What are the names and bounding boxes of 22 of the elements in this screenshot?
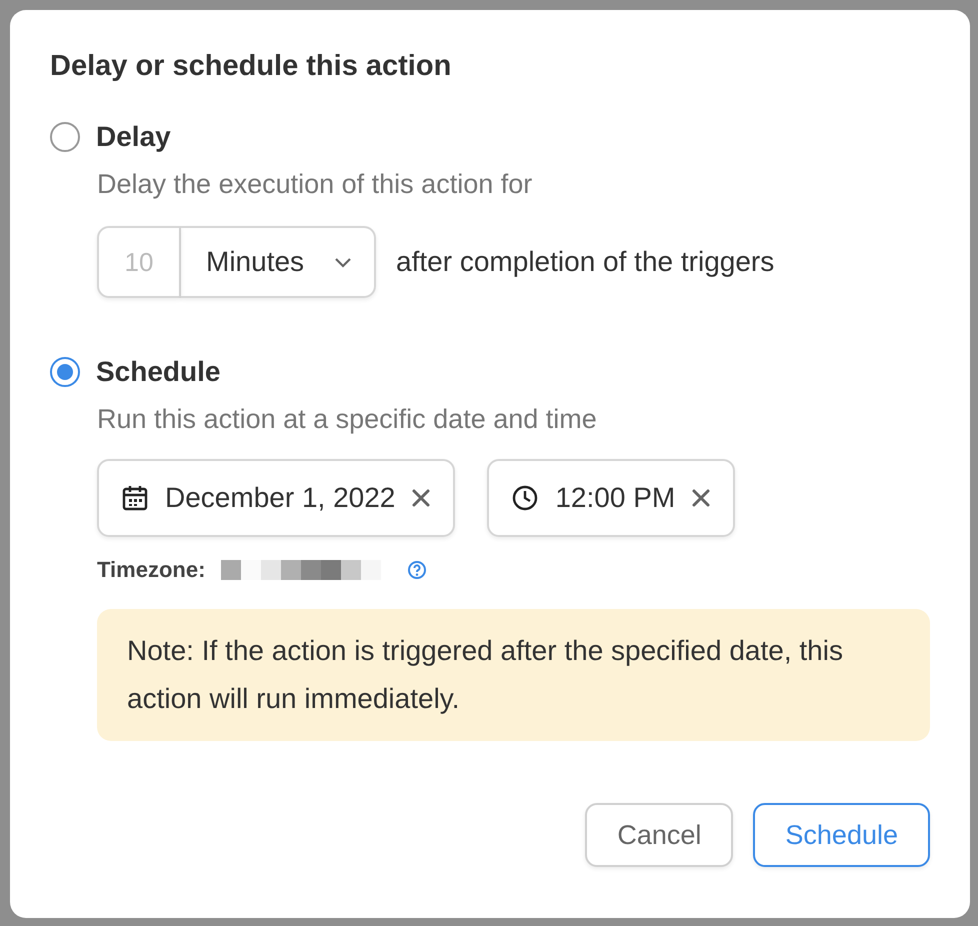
chevron-down-icon: [334, 256, 352, 268]
time-field[interactable]: 12:00 PM: [487, 459, 736, 537]
help-icon[interactable]: [407, 560, 428, 580]
amount-field[interactable]: 10: [97, 226, 181, 298]
schedule-button[interactable]: Schedule: [753, 803, 930, 867]
option-description: Delay the execution of this action for: [97, 169, 534, 200]
option-label: Delay: [96, 121, 171, 153]
radio-button[interactable]: [50, 357, 80, 387]
calendar-icon: [121, 484, 149, 512]
delay-suffix: after completion of the triggers: [396, 246, 774, 278]
clear-icon[interactable]: [411, 488, 432, 508]
unit-dropdown[interactable]: Minutes: [181, 226, 376, 298]
option-description: Run this action at a specific date and time: [97, 404, 598, 435]
option-label: Schedule: [96, 356, 220, 388]
clear-icon[interactable]: [691, 488, 712, 508]
dialog-title: Delay or schedule this action: [50, 50, 452, 83]
date-field[interactable]: December 1, 2022: [97, 459, 456, 537]
clock-icon: [511, 484, 540, 512]
note-message: Note: If the action is triggered after the specified date, this action will run immediately.: [97, 609, 930, 741]
cancel-button[interactable]: Cancel: [585, 803, 734, 867]
timezone-label: Timezone:: [97, 557, 206, 583]
radio-button[interactable]: [50, 122, 80, 152]
